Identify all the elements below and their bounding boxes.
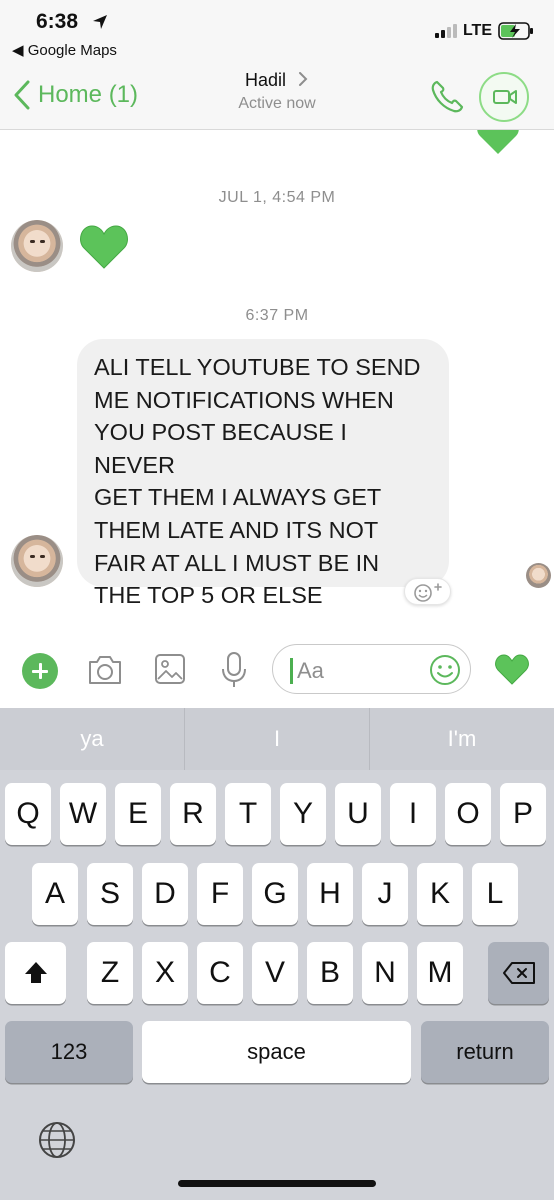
keyboard: ya I I'm Q W E R T Y U I O P A S D F G H… — [0, 708, 554, 1200]
key-o[interactable]: O — [445, 783, 491, 845]
key-c[interactable]: C — [197, 942, 243, 1004]
camera-icon[interactable] — [86, 652, 124, 688]
heart-icon[interactable] — [494, 652, 530, 686]
text-caret — [290, 658, 293, 684]
key-i[interactable]: I — [390, 783, 436, 845]
avatar[interactable] — [11, 535, 63, 587]
backspace-icon — [502, 962, 535, 984]
return-key[interactable]: return — [421, 1021, 549, 1083]
phone-icon[interactable] — [428, 78, 466, 116]
message-bubble[interactable]: ALI TELL YOUTUBE TO SEND ME NOTIFICATION… — [77, 339, 449, 608]
video-camera-icon — [493, 90, 517, 104]
battery-charging-icon — [498, 22, 533, 40]
heart-icon — [477, 130, 519, 154]
avatar[interactable] — [11, 220, 63, 272]
key-y[interactable]: Y — [280, 783, 326, 845]
key-s[interactable]: S — [87, 863, 133, 925]
contact-info[interactable]: Hadil Active now — [0, 70, 554, 113]
back-to-app-link[interactable]: ◀ Google Maps — [12, 41, 117, 59]
contact-name-row: Hadil — [0, 70, 554, 91]
key-u[interactable]: U — [335, 783, 381, 845]
image-icon[interactable] — [154, 653, 186, 685]
key-f[interactable]: F — [197, 863, 243, 925]
key-q[interactable]: Q — [5, 783, 51, 845]
key-w[interactable]: W — [60, 783, 106, 845]
key-x[interactable]: X — [142, 942, 188, 1004]
globe-icon[interactable] — [37, 1120, 77, 1160]
smiley-icon[interactable] — [429, 654, 461, 686]
suggestion-bar: ya I I'm — [0, 708, 554, 770]
shift-key[interactable] — [5, 942, 66, 1004]
chevron-right-icon — [299, 72, 308, 86]
add-reaction-icon — [414, 583, 442, 602]
message-timestamp: JUL 1, 4:54 PM — [218, 189, 336, 206]
message-input[interactable]: Aa — [272, 644, 471, 694]
status-indicators: LTE — [434, 22, 534, 40]
numbers-key[interactable]: 123 — [5, 1021, 133, 1083]
microphone-icon[interactable] — [220, 651, 248, 689]
conversation-header: Home (1) Hadil Active now — [0, 64, 554, 130]
read-receipt-avatar — [526, 563, 551, 588]
key-n[interactable]: N — [362, 942, 408, 1004]
message-timestamp: 6:37 PM — [245, 307, 309, 324]
key-a[interactable]: A — [32, 863, 78, 925]
signal-icon — [434, 24, 457, 38]
key-g[interactable]: G — [252, 863, 298, 925]
network-type: LTE — [462, 22, 492, 39]
key-l[interactable]: L — [472, 863, 518, 925]
key-k[interactable]: K — [417, 863, 463, 925]
clock: 6:38 — [36, 10, 79, 33]
contact-name: Hadil — [244, 70, 286, 90]
suggestion[interactable]: ya — [0, 708, 184, 770]
key-d[interactable]: D — [142, 863, 188, 925]
video-call-button[interactable] — [479, 72, 529, 122]
heart-icon[interactable] — [78, 220, 130, 272]
space-key[interactable]: space — [142, 1021, 411, 1083]
key-z[interactable]: Z — [87, 942, 133, 1004]
message-input-placeholder: Aa — [297, 658, 324, 683]
shift-arrow-icon — [24, 962, 47, 983]
suggestion[interactable]: I — [185, 708, 369, 770]
key-h[interactable]: H — [307, 863, 353, 925]
home-indicator[interactable] — [178, 1180, 376, 1187]
backspace-key[interactable] — [488, 942, 549, 1004]
status-bar: 6:38 ◀ Google Maps LTE — [0, 0, 554, 64]
key-v[interactable]: V — [252, 942, 298, 1004]
message-composer: Aa — [0, 638, 554, 708]
key-j[interactable]: J — [362, 863, 408, 925]
add-reaction-button[interactable] — [404, 578, 451, 605]
suggestion[interactable]: I'm — [370, 708, 554, 770]
key-m[interactable]: M — [417, 942, 463, 1004]
key-p[interactable]: P — [500, 783, 546, 845]
key-r[interactable]: R — [170, 783, 216, 845]
key-b[interactable]: B — [307, 942, 353, 1004]
key-t[interactable]: T — [225, 783, 271, 845]
plus-icon[interactable] — [22, 653, 58, 689]
key-e[interactable]: E — [115, 783, 161, 845]
location-arrow-icon — [93, 15, 107, 29]
contact-status: Active now — [238, 95, 316, 112]
